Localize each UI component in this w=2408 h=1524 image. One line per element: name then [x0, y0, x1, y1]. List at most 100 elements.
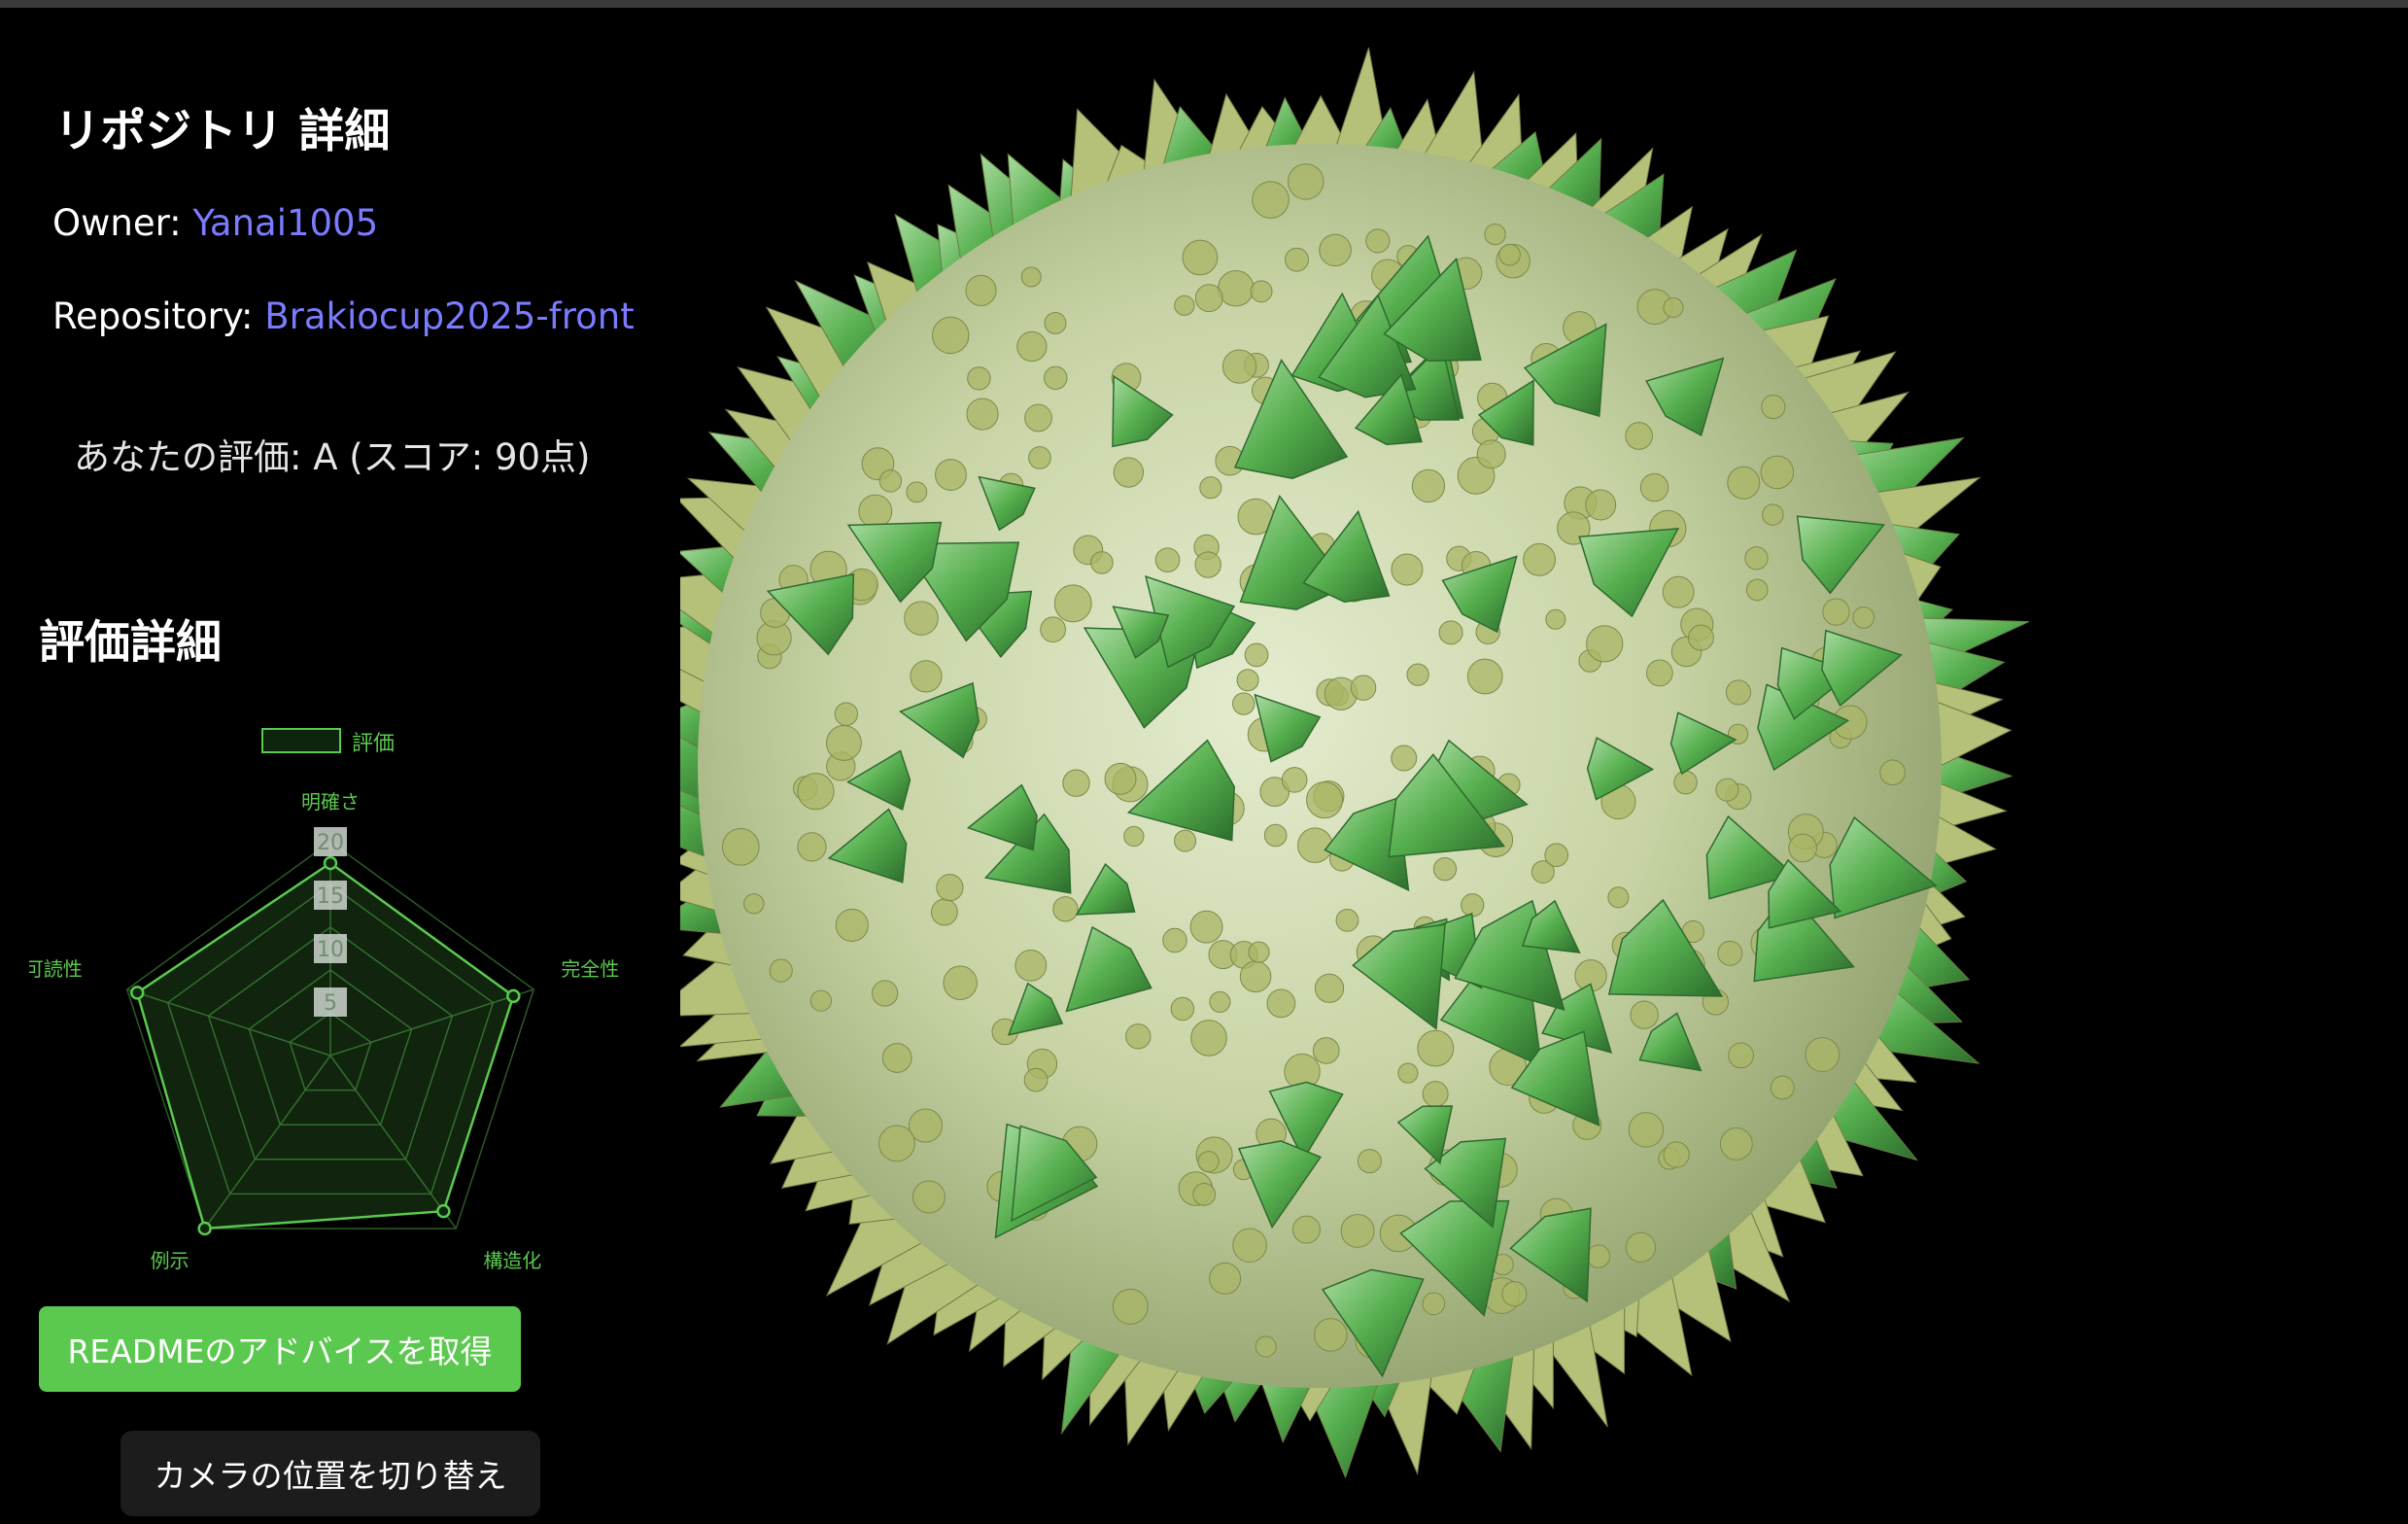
- sphere-bump: [1248, 941, 1270, 963]
- sphere-bump: [797, 773, 835, 811]
- sphere-bump: [1391, 745, 1418, 772]
- sphere-bump: [1174, 294, 1195, 316]
- sphere-bump: [1350, 675, 1377, 701]
- sphere-bump: [1744, 546, 1769, 571]
- radar-data-point: [129, 986, 145, 1000]
- sphere-bump: [1263, 823, 1288, 848]
- sphere-bump: [910, 660, 943, 693]
- sphere-bump: [1052, 896, 1079, 922]
- sphere-bump: [1053, 584, 1092, 623]
- radar-axis-label: 構造化: [483, 1249, 541, 1272]
- sphere-bump: [1466, 658, 1503, 695]
- sphere-bump: [1728, 1042, 1754, 1069]
- sphere-bump: [1192, 1182, 1217, 1206]
- sphere-bump: [1432, 856, 1458, 882]
- sphere-bump: [1154, 547, 1181, 572]
- sphere-bump: [1715, 778, 1739, 802]
- sphere-bump: [877, 1125, 915, 1162]
- radar-axis-label: 可読性: [29, 957, 83, 981]
- spiky-sphere-3d-model[interactable]: [609, 8, 2408, 1520]
- switch-camera-button[interactable]: カメラの位置を切り替え: [120, 1431, 540, 1516]
- sphere-bump: [858, 494, 893, 529]
- sphere-bump: [904, 601, 939, 636]
- radar-tick-label: 15: [317, 884, 344, 909]
- sphere-bump: [1673, 770, 1698, 795]
- sphere-bump: [1024, 403, 1052, 433]
- sphere-bump: [1417, 1029, 1455, 1067]
- 3d-viewport[interactable]: [609, 8, 2408, 1520]
- sphere-bump: [1719, 1127, 1753, 1160]
- sphere-bump: [743, 893, 765, 915]
- sphere-bump: [1879, 759, 1906, 786]
- sphere-bump: [1340, 1214, 1375, 1248]
- evaluation-text: あなたの評価: A (スコア: 90点): [74, 436, 591, 478]
- radar-axis-label: 例示: [151, 1249, 189, 1272]
- sphere-bump: [835, 908, 869, 942]
- sphere-bump: [1162, 927, 1187, 953]
- sphere-bump: [797, 832, 827, 862]
- sphere-bump: [1852, 606, 1875, 629]
- radar-data-point: [436, 1203, 451, 1219]
- sphere-bump: [1040, 616, 1066, 643]
- radar-data-point: [506, 988, 521, 1004]
- sphere-bump: [1291, 1215, 1321, 1244]
- sphere-bump: [1662, 575, 1695, 608]
- sphere-bump: [1266, 988, 1296, 1019]
- sphere-bump: [1805, 1037, 1840, 1073]
- sphere-bump: [1015, 949, 1048, 982]
- sphere-bump: [1199, 476, 1222, 500]
- sphere-bump: [1209, 990, 1231, 1013]
- repository-link[interactable]: Brakiocup2025-front: [264, 295, 634, 337]
- sphere-bump: [809, 989, 833, 1012]
- sphere-bump: [1725, 679, 1752, 706]
- sphere-bump: [1209, 1262, 1242, 1295]
- sphere-bump: [943, 965, 978, 1000]
- sphere-bump: [1104, 762, 1137, 795]
- radar-chart: 評価 5 10 15 20 明確さ完全性構造化 例示 可読性: [29, 728, 619, 1272]
- evaluation-details-title: 評価詳細: [39, 616, 222, 670]
- sphere-bump: [1194, 284, 1223, 313]
- sphere-bump: [1406, 663, 1429, 686]
- sphere-bump: [1762, 503, 1784, 526]
- sphere-bump: [1586, 1244, 1611, 1268]
- sphere-bump: [1314, 1318, 1348, 1352]
- sphere-bump: [1357, 1149, 1382, 1174]
- sphere-bump: [965, 274, 997, 306]
- radar-tick-label: 10: [317, 938, 344, 962]
- sphere-bump: [1090, 551, 1114, 574]
- sphere-bump: [1822, 598, 1850, 626]
- radar-data-point: [197, 1221, 212, 1236]
- sphere-bump: [1250, 280, 1273, 303]
- legend-label[interactable]: 評価: [352, 732, 395, 756]
- sphere-bump: [1544, 843, 1568, 868]
- sphere-bump: [1476, 439, 1506, 469]
- sphere-bump: [1646, 659, 1673, 687]
- owner-link[interactable]: Yanai1005: [192, 202, 378, 244]
- sphere-bump: [872, 980, 899, 1007]
- sphere-bump: [834, 702, 859, 726]
- sphere-bump: [1044, 311, 1067, 334]
- sphere-bump: [1422, 1292, 1446, 1316]
- radar-data-point: [323, 855, 338, 871]
- sphere-bump: [1639, 472, 1669, 502]
- legend-swatch[interactable]: [261, 728, 341, 753]
- sphere-bump: [1663, 296, 1684, 318]
- sphere-bump: [1174, 829, 1197, 852]
- sphere-bump: [1438, 620, 1463, 645]
- sphere-bump: [1020, 266, 1042, 288]
- sphere-bump: [1232, 692, 1256, 715]
- sphere-bump: [878, 469, 903, 493]
- sphere-bump: [1255, 1335, 1277, 1358]
- repository-detail-panel: リポジトリ 詳細 Owner: Yanai1005 Repository: Br…: [0, 8, 680, 1520]
- sphere-bump: [881, 1043, 912, 1073]
- sphere-bump: [1285, 247, 1309, 272]
- sphere-bump: [1319, 233, 1352, 267]
- sphere-bump: [1062, 769, 1090, 797]
- page-title: リポジトリ 詳細: [54, 105, 391, 158]
- sphere-bump: [721, 828, 760, 866]
- sphere-bump: [1501, 1281, 1528, 1307]
- sphere-bump: [1397, 1062, 1419, 1084]
- owner-label: Owner:: [52, 202, 193, 244]
- sphere-bump: [1630, 1000, 1659, 1029]
- readme-advice-button[interactable]: READMEのアドバイスを取得: [39, 1306, 521, 1392]
